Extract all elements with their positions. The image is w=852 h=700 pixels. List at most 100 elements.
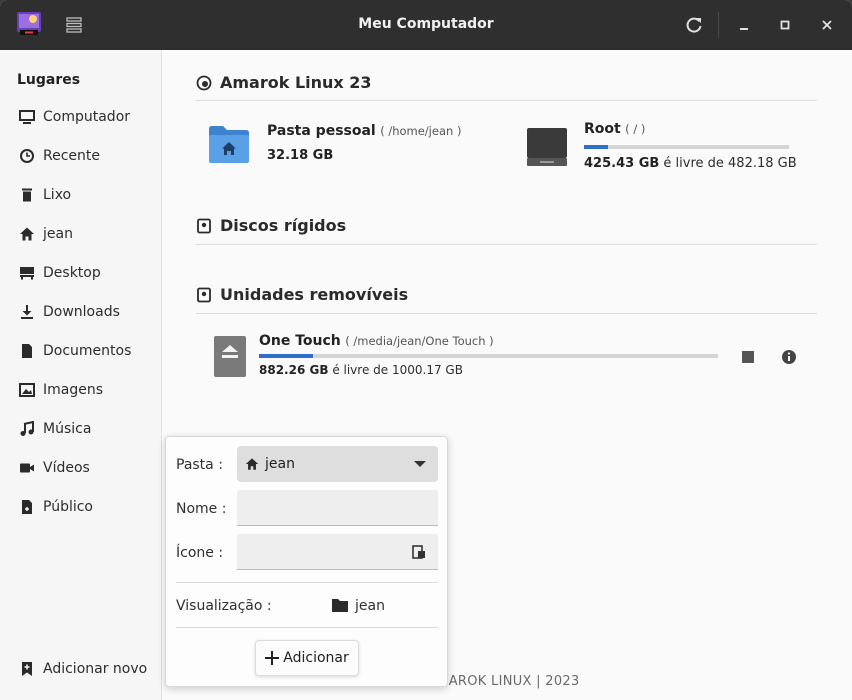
popover-divider xyxy=(176,582,438,583)
image-icon xyxy=(19,382,35,397)
popover-divider xyxy=(176,627,438,628)
removable-drive-entry[interactable]: One Touch ( /media/jean/One Touch ) 882.… xyxy=(212,332,812,382)
desktop-icon xyxy=(20,266,34,279)
sidebar-item-publico[interactable]: Público xyxy=(0,487,161,526)
sidebar-item-computador[interactable]: Computador xyxy=(0,97,161,136)
plus-icon xyxy=(265,651,280,665)
home-drive-name: Pasta pessoal xyxy=(267,123,376,139)
sidebar-item-label: Vídeos xyxy=(43,459,90,476)
os-logo-icon xyxy=(196,75,212,90)
removable-drive-usage-bar xyxy=(259,354,718,358)
home-icon xyxy=(20,227,34,240)
add-new-label: Adicionar novo xyxy=(43,660,148,677)
preview-label: Visualização : xyxy=(176,598,272,614)
window-title: Meu Computador xyxy=(358,16,494,32)
root-drive-title-row: Root ( / ) xyxy=(584,121,645,137)
folder-icon xyxy=(332,599,348,612)
removable-section-header: Unidades removíveis xyxy=(196,285,408,304)
maximize-icon[interactable] xyxy=(774,14,796,36)
sidebar-item-recente[interactable]: Recente xyxy=(0,136,161,175)
root-drive-usage-fill xyxy=(584,145,609,149)
icon-field[interactable] xyxy=(237,534,438,570)
sidebar-item-label: Downloads xyxy=(43,303,120,320)
removable-drive-free-row: 882.26 GB é livre de 1000.17 GB xyxy=(259,363,463,377)
add-new-bookmark-button[interactable]: Adicionar novo xyxy=(0,649,161,688)
removable-drive-free-text: é livre de 1000.17 GB xyxy=(332,363,463,377)
sidebar-item-imagens[interactable]: Imagens xyxy=(0,370,161,409)
sidebar-item-label: Música xyxy=(43,420,92,437)
sidebar-item-desktop[interactable]: Desktop xyxy=(0,253,161,292)
add-bookmark-popover: Pasta : jean Nome : Ícone : Visualização… xyxy=(165,436,448,687)
disk-icon xyxy=(197,287,211,302)
sidebar-item-label: Desktop xyxy=(43,264,101,281)
sidebar-item-label: Recente xyxy=(43,147,100,164)
system-section-title: Amarok Linux 23 xyxy=(220,73,372,92)
home-drive-path: ( /home/jean ) xyxy=(380,124,462,138)
computer-icon xyxy=(19,109,35,124)
refresh-icon[interactable] xyxy=(683,14,705,36)
home-icon xyxy=(245,458,259,470)
folder-dropdown[interactable]: jean xyxy=(237,446,438,482)
icon-label: Ícone : xyxy=(176,545,224,561)
sidebar-item-label: Computador xyxy=(43,108,131,125)
add-button[interactable]: Adicionar xyxy=(255,640,359,676)
section-divider xyxy=(196,313,817,314)
home-folder-icon xyxy=(209,126,249,163)
removable-drive-path: ( /media/jean/One Touch ) xyxy=(345,334,494,348)
sidebar-item-videos[interactable]: Vídeos xyxy=(0,448,161,487)
root-drive-entry[interactable]: Root ( / ) 425.43 GB é livre de 482.18 G… xyxy=(526,121,797,171)
preview-value: jean xyxy=(355,598,385,614)
info-icon[interactable] xyxy=(781,349,797,365)
sidebar-item-label: Imagens xyxy=(43,381,104,398)
add-button-label: Adicionar xyxy=(283,650,349,666)
root-drive-name: Root xyxy=(584,121,621,137)
root-drive-path: ( / ) xyxy=(625,122,646,136)
home-drive-size-row: 32.18 GB xyxy=(267,148,333,163)
sidebar-item-documentos[interactable]: Documentos xyxy=(0,331,161,370)
title-bar: Meu Computador xyxy=(0,0,852,50)
removable-section-title: Unidades removíveis xyxy=(220,285,409,304)
home-drive-size: 32.18 GB xyxy=(267,148,334,163)
removable-drive-usage-fill xyxy=(259,354,314,358)
name-label: Nome : xyxy=(176,501,227,517)
minimize-icon[interactable] xyxy=(733,14,755,36)
document-icon xyxy=(22,343,32,358)
public-folder-icon xyxy=(22,499,32,514)
sidebar-item-jean[interactable]: jean xyxy=(0,214,161,253)
root-drive-free: 425.43 GB xyxy=(584,156,660,171)
section-divider xyxy=(196,100,817,101)
home-folder-entry[interactable]: Pasta pessoal ( /home/jean ) 32.18 GB xyxy=(207,123,477,171)
folder-dropdown-value: jean xyxy=(265,456,295,472)
sidebar-item-label: jean xyxy=(43,225,73,242)
music-icon xyxy=(20,420,34,436)
home-drive-title-row: Pasta pessoal ( /home/jean ) xyxy=(267,123,461,139)
sidebar-header: Lugares xyxy=(17,72,81,88)
sidebar-item-downloads[interactable]: Downloads xyxy=(0,292,161,331)
sidebar-item-label: Lixo xyxy=(43,186,72,203)
root-drive-usage-bar xyxy=(584,145,789,149)
name-field[interactable] xyxy=(237,490,438,526)
hard-disks-section-title: Discos rígidos xyxy=(220,216,347,235)
close-icon[interactable] xyxy=(816,14,838,36)
disk-icon xyxy=(197,218,211,233)
folder-label: Pasta : xyxy=(176,457,223,473)
file-manager-window: Meu Computador Lugares Computador Recent… xyxy=(0,0,852,700)
titlebar-separator xyxy=(718,12,719,38)
section-divider xyxy=(196,244,817,245)
sidebar-item-lixo[interactable]: Lixo xyxy=(0,175,161,214)
system-section-header: Amarok Linux 23 xyxy=(196,73,372,92)
removable-drive-free: 882.26 GB xyxy=(259,363,329,377)
chevron-down-icon xyxy=(414,461,426,467)
hard-drive-icon xyxy=(527,128,567,166)
removable-drive-name: One Touch xyxy=(259,333,341,349)
video-icon xyxy=(20,463,34,472)
icon-picker-icon[interactable] xyxy=(412,545,426,559)
trash-icon xyxy=(22,188,32,201)
sidebar-item-musica[interactable]: Música xyxy=(0,409,161,448)
stop-icon[interactable] xyxy=(741,350,755,364)
removable-drive-title-row: One Touch ( /media/jean/One Touch ) xyxy=(259,333,494,349)
sidebar-item-label: Documentos xyxy=(43,342,132,359)
root-drive-free-row: 425.43 GB é livre de 482.18 GB xyxy=(584,156,797,171)
sidebar-item-label: Público xyxy=(43,498,93,515)
removable-drive-icon xyxy=(214,336,246,377)
